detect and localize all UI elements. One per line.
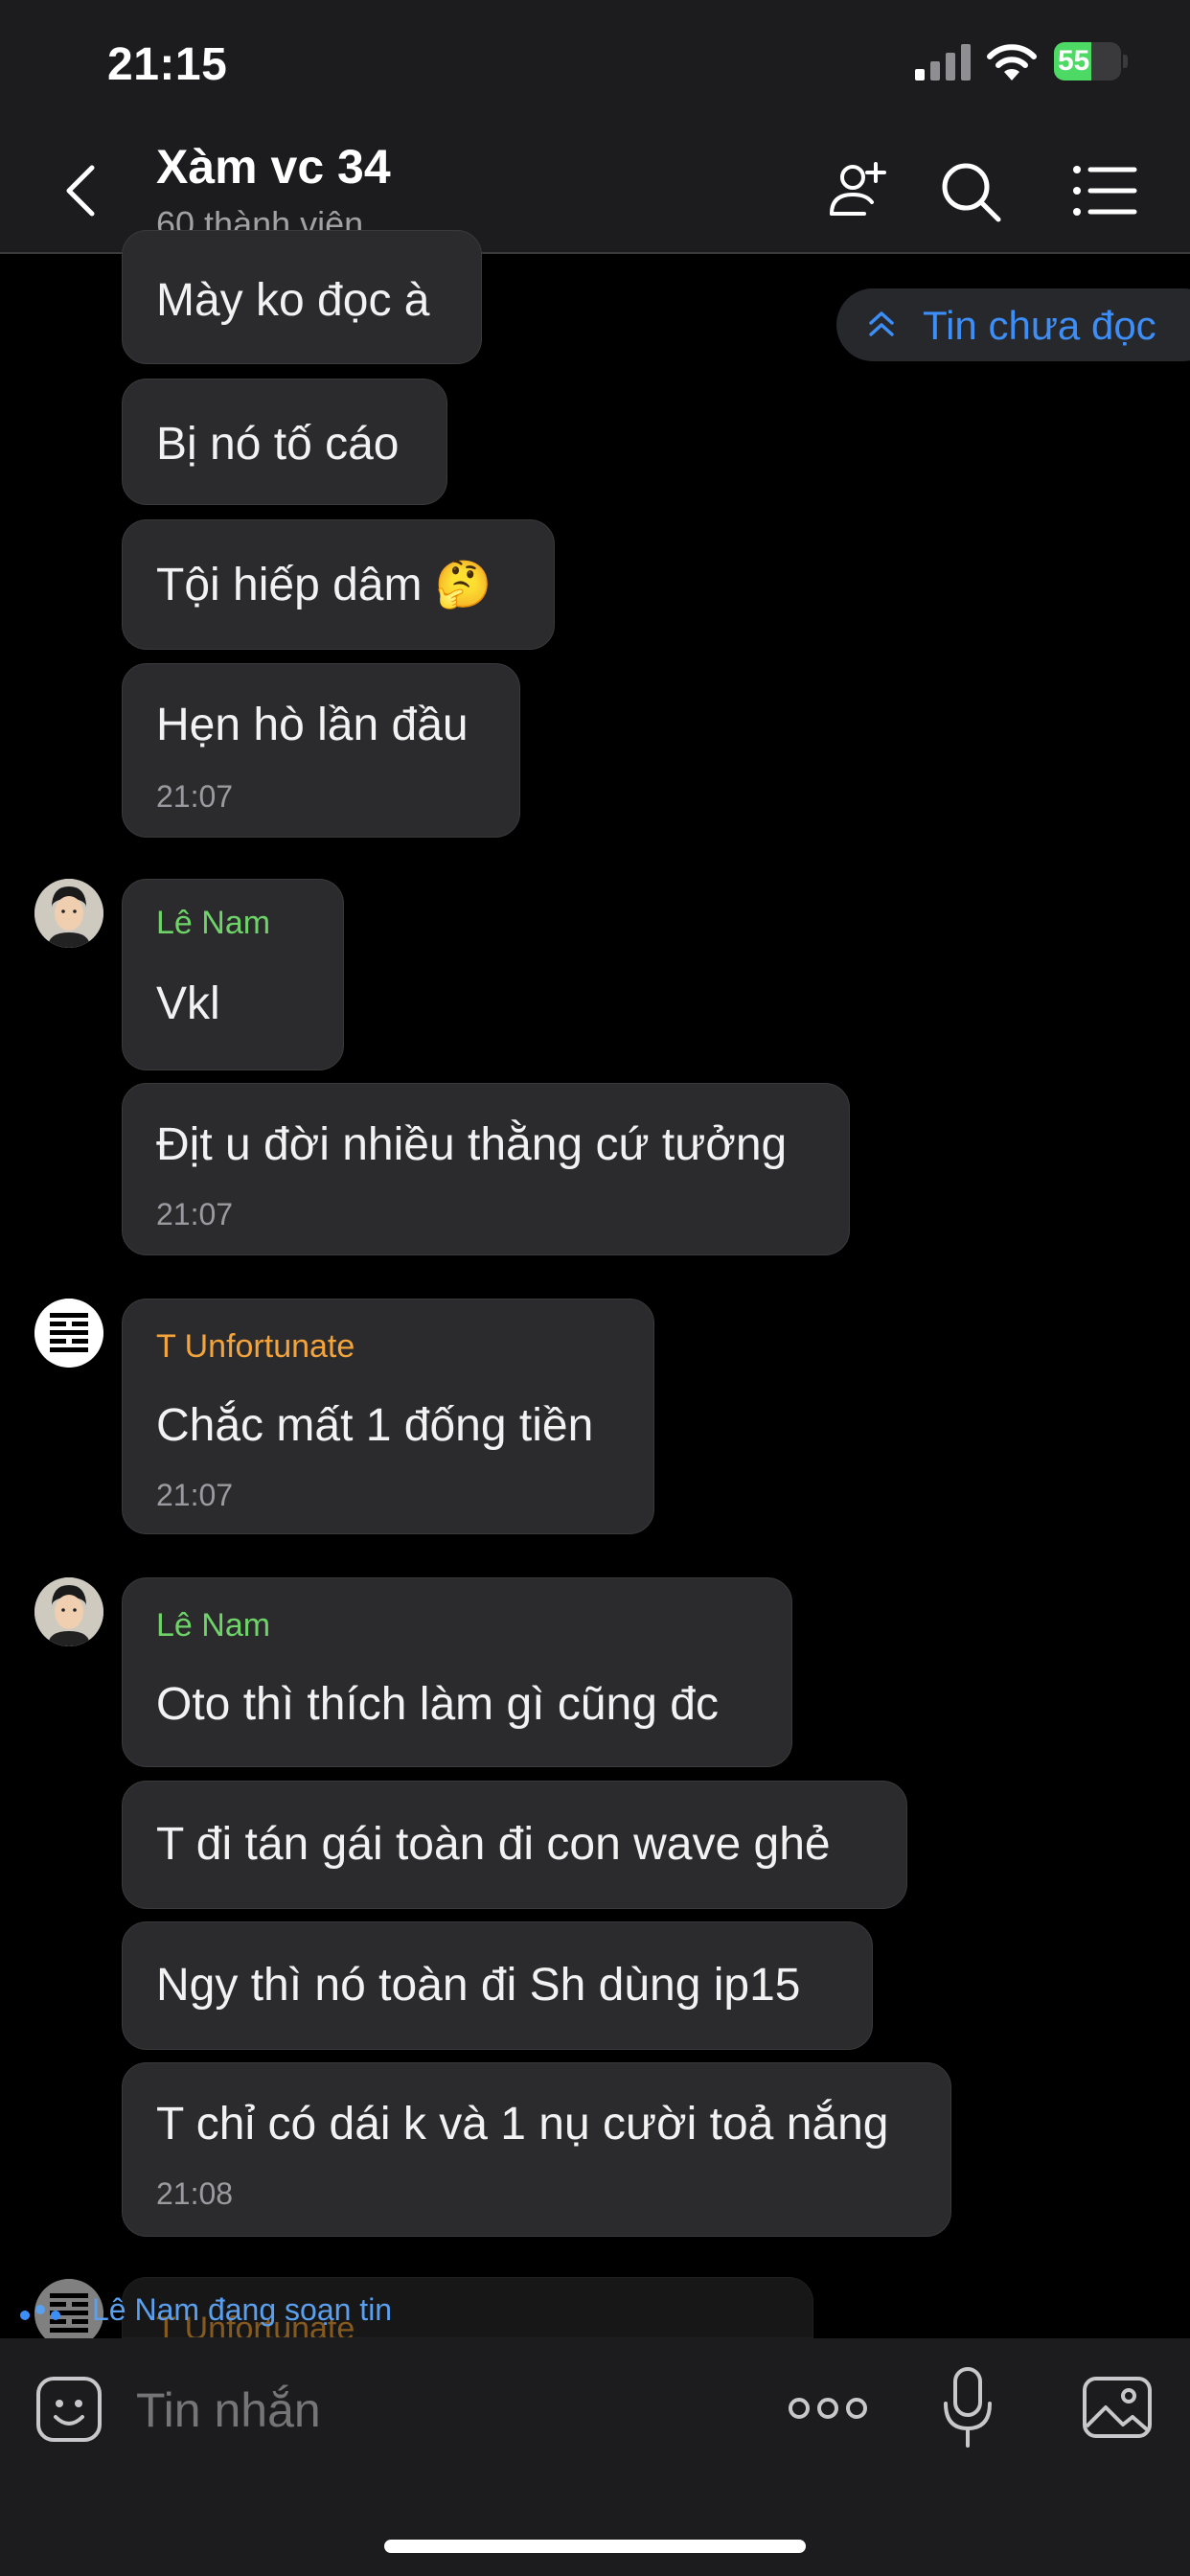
unread-label: Tin chưa đọc xyxy=(923,303,1156,348)
microphone-icon[interactable] xyxy=(941,2365,995,2451)
back-chevron-icon[interactable] xyxy=(57,162,105,219)
battery-icon: 55 xyxy=(1054,42,1129,82)
unread-messages-button[interactable]: Tin chưa đọc xyxy=(836,288,1190,361)
status-time: 21:15 xyxy=(107,39,228,90)
message-bubble[interactable]: Mày ko đọc à xyxy=(122,230,482,364)
message-bubble[interactable]: Ngy thì nó toàn đi Sh dùng ip15 xyxy=(122,1921,873,2050)
typing-indicator: Lê Nam đang soạn tin xyxy=(92,2292,393,2327)
message-bubble[interactable]: T chỉ có dái k và 1 nụ cười toả nắng 21:… xyxy=(122,2062,951,2237)
add-member-icon[interactable] xyxy=(826,158,895,221)
chat-title[interactable]: Xàm vc 34 xyxy=(156,139,391,195)
message-text: T chỉ có dái k và 1 nụ cười toả nắng xyxy=(156,2099,889,2150)
sender-name[interactable]: T Unfortunate xyxy=(156,1328,355,1366)
message-bubble[interactable]: T Unfortunate Chắc mất 1 đống tiền 21:07 xyxy=(122,1299,654,1534)
typing-dots-icon xyxy=(20,2305,60,2320)
avatar-le-nam[interactable] xyxy=(34,879,103,948)
message-time: 21:07 xyxy=(156,1478,234,1512)
home-indicator[interactable] xyxy=(384,2540,806,2553)
message-time: 21:07 xyxy=(156,779,234,814)
message-text: Chắc mất 1 đống tiền xyxy=(156,1400,594,1451)
list-menu-icon[interactable] xyxy=(1071,162,1138,219)
message-text: Hẹn hò lần đầu xyxy=(156,700,469,750)
cellular-signal-icon xyxy=(915,44,971,80)
sender-name[interactable]: Lê Nam xyxy=(156,905,270,942)
message-text: Tội hiếp dâm 🤔 xyxy=(156,560,492,610)
avatar-le-nam[interactable] xyxy=(34,1577,103,1646)
message-bubble[interactable]: Lê Nam Vkl xyxy=(122,879,344,1070)
image-gallery-icon[interactable] xyxy=(1081,2373,1154,2442)
avatar-t-unfortunate[interactable] xyxy=(34,1299,103,1368)
message-input[interactable] xyxy=(136,2377,711,2444)
double-chevron-up-icon xyxy=(869,311,894,336)
trigram-symbol-icon xyxy=(34,1299,103,1368)
message-text: T đi tán gái toàn đi con wave ghẻ xyxy=(156,1819,831,1870)
message-composer xyxy=(0,2338,1190,2576)
sender-name[interactable]: Lê Nam xyxy=(156,1607,270,1644)
message-text: Ngy thì nó toàn đi Sh dùng ip15 xyxy=(156,1960,801,2011)
message-time: 21:07 xyxy=(156,1197,234,1231)
message-bubble[interactable]: Lê Nam Oto thì thích làm gì cũng đc xyxy=(122,1577,792,1767)
battery-percent: 55 xyxy=(1058,45,1090,77)
message-text: Bị nó tố cáo xyxy=(156,419,400,470)
message-bubble[interactable]: Tội hiếp dâm 🤔 xyxy=(122,519,555,650)
message-text: Vkl xyxy=(156,978,220,1029)
message-time: 21:08 xyxy=(156,2176,234,2211)
message-bubble[interactable]: Bị nó tố cáo xyxy=(122,379,447,505)
person-face-icon xyxy=(34,879,103,948)
message-bubble[interactable]: Hẹn hò lần đầu 21:07 xyxy=(122,663,520,838)
message-text: Oto thì thích làm gì cũng đc xyxy=(156,1679,719,1730)
more-options-icon[interactable] xyxy=(788,2391,868,2426)
search-icon[interactable] xyxy=(937,158,1004,225)
sticker-emoji-icon[interactable] xyxy=(34,2375,103,2444)
message-bubble[interactable]: T đi tán gái toàn đi con wave ghẻ xyxy=(122,1781,907,1909)
message-text: Địt u đời nhiều thằng cứ tưởng xyxy=(156,1119,788,1170)
wifi-icon xyxy=(987,44,1037,80)
message-text: Mày ko đọc à xyxy=(156,275,430,326)
person-face-icon xyxy=(34,1577,103,1646)
message-bubble[interactable]: Địt u đời nhiều thằng cứ tưởng 21:07 xyxy=(122,1083,850,1255)
status-bar: 21:15 55 xyxy=(0,0,1190,129)
